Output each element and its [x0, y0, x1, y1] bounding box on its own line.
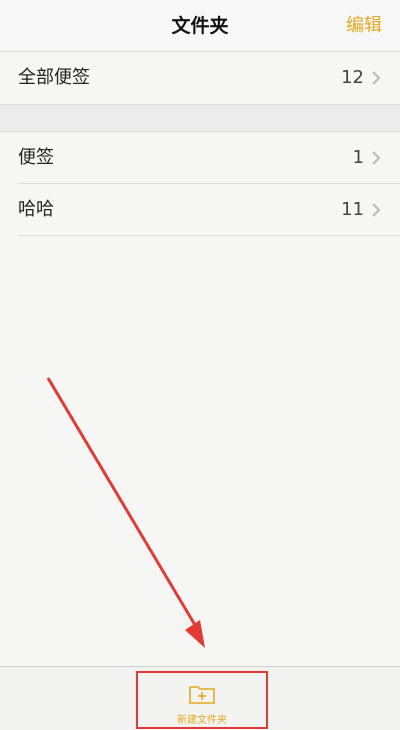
bottom-toolbar: 新建文件夹	[0, 666, 400, 730]
folder-row-notes[interactable]: 便签 1	[0, 132, 400, 184]
chevron-right-icon	[372, 71, 381, 85]
folder-count: 12	[341, 67, 364, 88]
navigation-bar: 文件夹 编辑	[0, 0, 400, 52]
folder-count: 1	[352, 147, 364, 168]
new-folder-label: 新建文件夹	[177, 715, 227, 726]
folder-count: 11	[341, 199, 364, 220]
folder-name: 哈哈	[18, 199, 54, 220]
section-separator	[0, 104, 400, 132]
edit-button[interactable]: 编辑	[346, 0, 382, 52]
folder-row-all-notes[interactable]: 全部便签 12	[0, 52, 400, 104]
new-folder-button[interactable]: 新建文件夹	[136, 671, 268, 729]
page-title: 文件夹	[171, 15, 229, 37]
row-divider	[18, 235, 400, 236]
chevron-right-icon	[372, 151, 381, 165]
folder-name: 便签	[18, 147, 54, 168]
folder-name: 全部便签	[18, 67, 90, 88]
folder-plus-icon	[189, 686, 215, 704]
folder-row-haha[interactable]: 哈哈 11	[0, 184, 400, 236]
chevron-right-icon	[372, 203, 381, 217]
